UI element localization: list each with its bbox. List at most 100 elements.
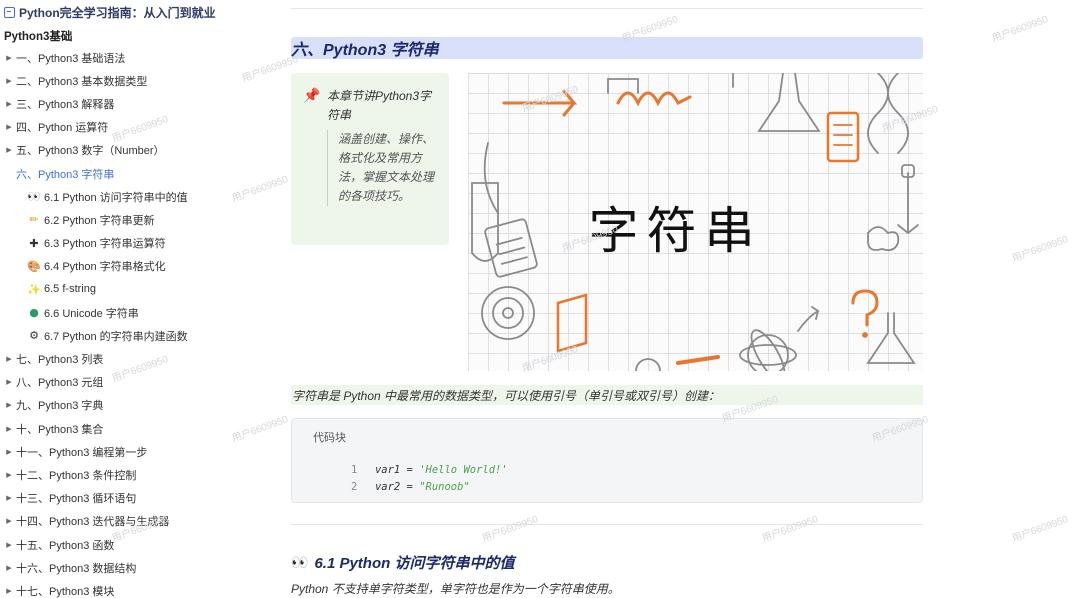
- sparkles-icon: ✨: [27, 282, 41, 296]
- callout: 📌 本章节讲Python3字符串 涵盖创建、操作、格式化及常用方法，掌握文本处理…: [291, 73, 449, 245]
- chevron-right-icon[interactable]: ▶: [4, 425, 14, 433]
- code-var: var2: [374, 481, 401, 493]
- chapter-heading: 六、Python3 字符串: [291, 37, 923, 59]
- chevron-right-icon[interactable]: ▶: [4, 77, 14, 85]
- main-content: 六、Python3 字符串 📌 本章节讲Python3字符串 涵盖创建、操作、格…: [291, 0, 923, 598]
- document-icon: [4, 6, 15, 18]
- chevron-right-icon[interactable]: ▶: [4, 541, 14, 549]
- sidebar-toc-subitem[interactable]: ⚙ 6.7 Python 的字符串内建函数: [0, 324, 232, 347]
- pushpin-icon: 📌: [303, 88, 321, 104]
- sidebar-toc-item[interactable]: ▶ 十二、Python3 条件控制: [0, 463, 232, 486]
- hero-image: 字符串: [468, 73, 923, 371]
- sidebar-toc-item[interactable]: ▶ 五、Python3 数字（Number）: [0, 139, 232, 162]
- toc: ▶ 一、Python3 基础语法 ▶ 二、Python3 基本数据类型 ▶ 三、Pytho…: [0, 46, 232, 598]
- sidebar-toc-item[interactable]: 六、Python3 字符串: [0, 162, 232, 185]
- chevron-right-icon[interactable]: ▶: [4, 146, 14, 154]
- chevron-right-icon[interactable]: ▶: [4, 355, 14, 363]
- section-heading: 👀 6.1 Python 访问字符串中的值: [291, 552, 514, 573]
- plus-icon: ✚: [29, 236, 39, 250]
- sidebar-toc-item[interactable]: ▶ 十七、Python3 模块: [0, 579, 232, 598]
- toc-subitem-label: 6.2 Python 字符串更新: [44, 214, 155, 227]
- toc-item-label: 十三、Python3 循环语句: [16, 493, 137, 506]
- sidebar-toc-subitem[interactable]: ● 6.6 Unicode 字符串: [0, 301, 232, 324]
- toc-item-label: 三、Python3 解释器: [16, 98, 115, 111]
- toc-subitem-label: 6.4 Python 字符串格式化: [44, 261, 166, 274]
- sidebar: Python完全学习指南：从入门到就业 Python3基础 ▶ 一、Python3…: [0, 0, 232, 598]
- chevron-right-icon[interactable]: ▶: [4, 564, 14, 572]
- sidebar-toc-item[interactable]: ▶ 十三、Python3 循环语句: [0, 487, 232, 510]
- toc-item-label: 一、Python3 基础语法: [16, 52, 126, 65]
- chevron-right-icon[interactable]: ▶: [4, 54, 14, 62]
- code-line: 2 var2 = "Runoob": [313, 469, 470, 505]
- toc-item-label: 二、Python3 基本数据类型: [16, 75, 148, 88]
- toc-item-label: 五、Python3 数字（Number）: [16, 145, 165, 158]
- toc-item-label: 十二、Python3 条件控制: [16, 469, 137, 482]
- callout-body: 涵盖创建、操作、格式化及常用方法，掌握文本处理的各项技巧。: [327, 130, 445, 206]
- watermark-text: 用户6609950: [1010, 514, 1070, 545]
- toc-item-label: 九、Python3 字典: [16, 400, 104, 413]
- doc-title[interactable]: Python完全学习指南：从入门到就业: [0, 0, 232, 24]
- section-paragraph: Python 不支持单字符类型，单字符也是作为一个字符串使用。: [291, 582, 620, 596]
- chevron-right-icon[interactable]: ▶: [4, 100, 14, 108]
- sidebar-toc-subitem[interactable]: ✚ 6.3 Python 字符串运算符: [0, 232, 232, 255]
- watermark-text: 用户6609950: [230, 414, 290, 445]
- chevron-right-icon[interactable]: ▶: [4, 448, 14, 456]
- divider: [291, 524, 923, 525]
- sidebar-toc-item[interactable]: ▶ 十一、Python3 编程第一步: [0, 440, 232, 463]
- code-string: "Runoob": [419, 481, 470, 493]
- sidebar-toc-item[interactable]: ▶ 七、Python3 列表: [0, 347, 232, 370]
- doc-title-text: Python完全学习指南：从入门到就业: [19, 5, 216, 20]
- toc-item-label: 十、Python3 集合: [16, 423, 104, 436]
- palette-icon: 🎨: [27, 259, 41, 273]
- line-number: 2: [350, 481, 358, 493]
- sidebar-toc-item[interactable]: ▶ 十四、Python3 迭代器与生成器: [0, 510, 232, 533]
- sidebar-toc-item[interactable]: ▶ 十、Python3 集合: [0, 417, 232, 440]
- sidebar-toc-item[interactable]: ▶ 四、Python 运算符: [0, 116, 232, 139]
- section-title[interactable]: Python3基础: [0, 24, 232, 46]
- chevron-right-icon[interactable]: ▶: [4, 123, 14, 131]
- code-op: =: [400, 481, 420, 493]
- toc-subitem-label: 6.6 Unicode 字符串: [44, 307, 139, 320]
- toc-item-label: 八、Python3 元组: [16, 377, 104, 390]
- sidebar-toc-item[interactable]: ▶ 三、Python3 解释器: [0, 92, 232, 115]
- globe-icon: ●: [29, 306, 39, 320]
- sidebar-toc-item[interactable]: ▶ 十五、Python3 函数: [0, 533, 232, 556]
- sidebar-toc-subitem[interactable]: 🎨 6.4 Python 字符串格式化: [0, 255, 232, 278]
- intro-paragraph: 字符串是 Python 中最常用的数据类型，可以使用引号（单引号或双引号）创建：: [291, 385, 923, 405]
- sidebar-toc-item[interactable]: ▶ 十六、Python3 数据结构: [0, 556, 232, 579]
- section-heading-text: 6.1 Python 访问字符串中的值: [314, 555, 515, 572]
- toc-item-label: 十四、Python3 迭代器与生成器: [16, 516, 170, 529]
- sidebar-toc-subitem[interactable]: ✏ 6.2 Python 字符串更新: [0, 208, 232, 231]
- chevron-right-icon[interactable]: ▶: [4, 378, 14, 386]
- chevron-right-icon[interactable]: ▶: [4, 471, 14, 479]
- chevron-right-icon[interactable]: ▶: [4, 401, 14, 409]
- toc-subitem-label: 6.7 Python 的字符串内建函数: [44, 330, 188, 343]
- eyes-icon: 👀: [27, 190, 41, 204]
- chevron-right-icon[interactable]: ▶: [4, 517, 14, 525]
- chevron-right-icon[interactable]: ▶: [4, 587, 14, 595]
- sidebar-toc-item[interactable]: ▶ 九、Python3 字典: [0, 394, 232, 417]
- toc-item-label: 六、Python3 字符串: [16, 168, 115, 181]
- sidebar-toc-item[interactable]: ▶ 八、Python3 元组: [0, 371, 232, 394]
- divider: [291, 8, 923, 9]
- watermark-text: 用户6609950: [230, 174, 290, 205]
- sidebar-toc-item[interactable]: ▶ 二、Python3 基本数据类型: [0, 69, 232, 92]
- sidebar-toc-subitem[interactable]: 👀 6.1 Python 访问字符串中的值: [0, 185, 232, 208]
- code-block[interactable]: 代码块 1 var1 = 'Hello World!' 2 var2 = "Runo…: [291, 418, 923, 503]
- toc-item-label: 七、Python3 列表: [16, 354, 104, 367]
- toc-item-label: 十六、Python3 数据结构: [16, 562, 137, 575]
- toc-subitem-label: 6.3 Python 字符串运算符: [44, 238, 166, 251]
- toc-subitem-label: 6.5 f-string: [44, 283, 96, 296]
- gear-icon: ⚙: [29, 329, 39, 343]
- sidebar-toc-subitem[interactable]: ✨ 6.5 f-string: [0, 278, 232, 301]
- toc-item-label: 十七、Python3 模块: [16, 585, 115, 598]
- toc-item-label: 十一、Python3 编程第一步: [16, 446, 148, 459]
- chapter-heading-text: 六、Python3 字符串: [291, 42, 439, 59]
- code-block-label: 代码块: [313, 432, 346, 444]
- chevron-right-icon[interactable]: ▶: [4, 494, 14, 502]
- sidebar-toc-item[interactable]: ▶ 一、Python3 基础语法: [0, 46, 232, 69]
- pencil-icon: ✏: [29, 213, 39, 227]
- toc-item-label: 十五、Python3 函数: [16, 539, 115, 552]
- watermark-text: 用户6609950: [990, 14, 1050, 45]
- eyes-icon: 👀: [291, 554, 309, 571]
